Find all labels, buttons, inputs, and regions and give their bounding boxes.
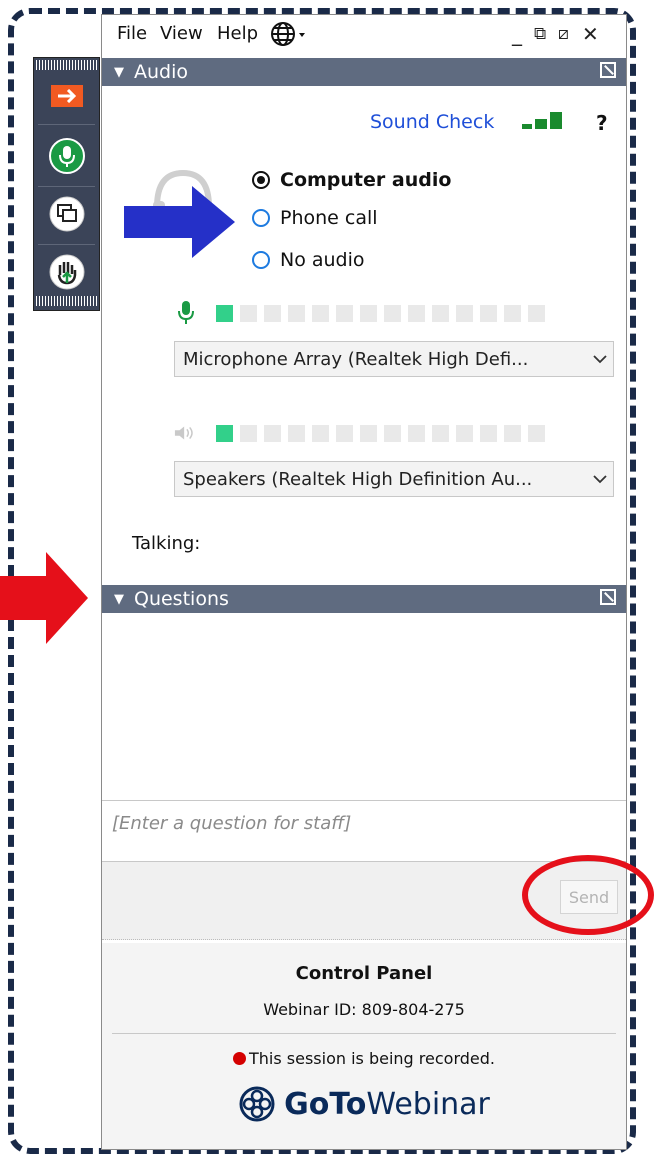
raise-hand-button[interactable] [34, 248, 99, 296]
radio-label: Phone call [280, 207, 378, 229]
audio-header-label: Audio [134, 61, 189, 83]
radio-no-audio[interactable]: No audio [252, 249, 365, 271]
collapse-triangle-icon: ▼ [114, 64, 124, 80]
panel-footer: Control Panel Webinar ID: 809-804-275 Th… [102, 943, 626, 1149]
collapse-triangle-icon: ▼ [114, 591, 124, 607]
control-panel-title: Control Panel [295, 963, 433, 984]
recording-text: This session is being recorded. [249, 1049, 495, 1068]
recording-dot-icon [233, 1052, 246, 1065]
radio-button[interactable] [252, 171, 270, 189]
chevron-down-icon [587, 474, 613, 484]
radio-button[interactable] [252, 251, 270, 269]
microphone-select[interactable]: Microphone Array (Realtek High Defi... [174, 341, 614, 377]
radio-label: Computer audio [280, 169, 452, 191]
microphone-icon [48, 138, 85, 174]
detach-button[interactable]: ⧉ [534, 24, 546, 44]
microphone-select-value: Microphone Array (Realtek High Defi... [183, 348, 529, 370]
menu-view[interactable]: View [160, 23, 203, 44]
questions-header-label: Questions [134, 588, 229, 610]
globe-menu[interactable] [270, 21, 312, 51]
gotowebinar-logo: GoTo Webinar [102, 1085, 626, 1123]
help-button[interactable]: ? [596, 111, 608, 135]
radio-button[interactable] [252, 209, 270, 227]
screen-share-button[interactable] [34, 190, 99, 238]
footer-divider [112, 1033, 616, 1034]
popout-icon[interactable] [600, 589, 616, 605]
close-button[interactable]: ✕ [582, 22, 599, 46]
maximize-button[interactable]: ⧄ [558, 24, 569, 44]
raise-hand-icon [49, 254, 84, 290]
questions-section-header[interactable]: ▼ Questions [102, 585, 626, 613]
signal-bars-icon [522, 112, 562, 129]
question-placeholder: [Enter a question for staff] [112, 813, 352, 834]
toolbar-grip-bottom[interactable] [36, 296, 97, 306]
gotowebinar-logo-icon [239, 1086, 275, 1122]
menu-file[interactable]: File [117, 23, 147, 44]
globe-icon [271, 22, 305, 46]
chevron-down-icon [587, 354, 613, 364]
toolbar-grip-top[interactable] [36, 60, 97, 70]
microphone-icon [174, 301, 198, 325]
microphone-button[interactable] [34, 132, 99, 180]
radio-computer-audio[interactable]: Computer audio [252, 169, 451, 191]
red-highlight-circle [522, 855, 654, 935]
collapse-panel-button[interactable] [34, 72, 99, 120]
screens-icon [49, 196, 84, 232]
speaker-level-meter [174, 421, 545, 445]
recording-notice: This session is being recorded. [102, 1049, 626, 1068]
talking-label: Talking: [132, 533, 201, 554]
logo-webinar-text: Webinar [366, 1086, 490, 1122]
toolbar [33, 57, 100, 311]
logo-goto-text: GoTo [284, 1086, 367, 1122]
blue-pointer-arrow [124, 186, 235, 258]
minimize-button[interactable]: _ [512, 22, 522, 46]
question-input[interactable]: [Enter a question for staff] [102, 800, 626, 862]
speaker-icon [174, 421, 198, 445]
menubar: File View Help _ ⧉ ⧄ ✕ [102, 15, 626, 57]
speaker-select-value: Speakers (Realtek High Definition Au... [183, 468, 533, 490]
audio-section-header[interactable]: ▼ Audio [102, 58, 626, 86]
arrow-right-icon [50, 85, 83, 107]
menu-help[interactable]: Help [217, 23, 258, 44]
radio-label: No audio [280, 249, 365, 271]
mic-level-meter [174, 301, 545, 325]
popout-icon[interactable] [600, 62, 616, 78]
red-pointer-arrow [0, 552, 88, 644]
radio-phone-call[interactable]: Phone call [252, 207, 378, 229]
webinar-id: Webinar ID: 809-804-275 [263, 1000, 465, 1019]
sound-check-link[interactable]: Sound Check [370, 111, 494, 133]
speaker-select[interactable]: Speakers (Realtek High Definition Au... [174, 461, 614, 497]
